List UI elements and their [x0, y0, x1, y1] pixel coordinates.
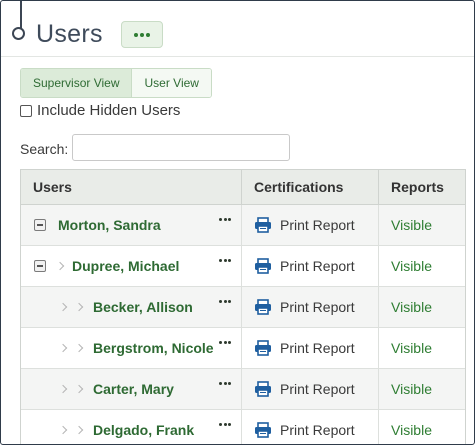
print-report-label: Print Report [280, 258, 355, 274]
supervisor-view-button[interactable]: Supervisor View [21, 69, 132, 97]
print-report-label: Print Report [280, 299, 355, 315]
table-row: Bergstrom, Nicole Print Report Visible [21, 328, 465, 369]
column-header-reports[interactable]: Reports [379, 170, 463, 204]
print-report-button[interactable]: Print Report [242, 369, 379, 409]
user-cell: Dupree, Michael [21, 246, 242, 286]
chevron-right-icon[interactable] [55, 261, 65, 271]
collapse-icon[interactable] [34, 219, 46, 231]
chevron-right-icon[interactable] [74, 343, 84, 353]
print-report-button[interactable]: Print Report [242, 205, 379, 245]
table-row: Delgado, Frank Print Report Visible [21, 410, 465, 444]
printer-icon [254, 381, 272, 397]
page-title: Users [36, 20, 103, 48]
print-report-button[interactable]: Print Report [242, 328, 379, 368]
chevron-right-icon[interactable] [58, 302, 68, 312]
user-cell: Bergstrom, Nicole [21, 328, 242, 368]
printer-icon [254, 422, 272, 438]
chevron-right-icon[interactable] [74, 384, 84, 394]
chevron-right-icon[interactable] [58, 343, 68, 353]
row-more-actions-icon[interactable] [219, 341, 231, 344]
row-more-actions-icon[interactable] [219, 259, 231, 262]
user-name-link[interactable]: Delgado, Frank [93, 422, 194, 438]
chevron-right-icon[interactable] [58, 425, 68, 435]
timeline-line [20, 1, 22, 28]
user-cell: Delgado, Frank [21, 410, 242, 444]
user-name-link[interactable]: Bergstrom, Nicole [93, 340, 214, 356]
timeline-node-icon [12, 27, 25, 40]
table-row: Dupree, Michael Print Report Visible [21, 246, 465, 287]
include-hidden-users: Include Hidden Users [20, 102, 180, 119]
table-header: Users Certifications Reports [21, 169, 465, 205]
user-name-link[interactable]: Becker, Allison [93, 299, 193, 315]
user-view-button[interactable]: User View [131, 69, 211, 97]
users-table: Users Certifications Reports Morton, San… [20, 169, 466, 444]
report-visibility-link[interactable]: Visible [379, 410, 463, 444]
print-report-button[interactable]: Print Report [242, 246, 379, 286]
report-visibility-link[interactable]: Visible [379, 328, 463, 368]
report-visibility-link[interactable]: Visible [379, 205, 463, 245]
include-hidden-users-checkbox[interactable] [20, 104, 32, 117]
header-divider [1, 56, 474, 57]
table-row: Carter, Mary Print Report Visible [21, 369, 465, 410]
printer-icon [254, 299, 272, 315]
user-cell: Carter, Mary [21, 369, 242, 409]
printer-icon [254, 258, 272, 274]
search-input[interactable] [72, 134, 290, 161]
collapse-icon[interactable] [34, 260, 46, 272]
row-more-actions-icon[interactable] [219, 218, 231, 221]
print-report-label: Print Report [280, 422, 355, 438]
column-header-certifications[interactable]: Certifications [242, 170, 379, 204]
print-report-label: Print Report [280, 381, 355, 397]
report-visibility-link[interactable]: Visible [379, 287, 463, 327]
column-header-users[interactable]: Users [21, 170, 242, 204]
print-report-button[interactable]: Print Report [242, 410, 379, 444]
user-cell: Morton, Sandra [21, 205, 242, 245]
user-name-link[interactable]: Dupree, Michael [72, 258, 179, 274]
include-hidden-users-label: Include Hidden Users [37, 102, 181, 119]
page-more-actions-button[interactable] [121, 21, 163, 48]
row-more-actions-icon[interactable] [219, 423, 231, 426]
view-toggle: Supervisor View User View [20, 68, 212, 98]
user-name-link[interactable]: Carter, Mary [93, 381, 174, 397]
row-more-actions-icon[interactable] [219, 382, 231, 385]
report-visibility-link[interactable]: Visible [379, 246, 463, 286]
ellipsis-icon [134, 32, 150, 37]
printer-icon [254, 217, 272, 233]
printer-icon [254, 340, 272, 356]
user-cell: Becker, Allison [21, 287, 242, 327]
report-visibility-link[interactable]: Visible [379, 369, 463, 409]
users-panel: Users Supervisor View User View Include … [0, 0, 475, 445]
row-more-actions-icon[interactable] [219, 300, 231, 303]
table-row: Becker, Allison Print Report Visible [21, 287, 465, 328]
print-report-label: Print Report [280, 340, 355, 356]
table-body: Morton, Sandra Print Report Visible Dupree,… [21, 205, 465, 444]
user-name-link[interactable]: Morton, Sandra [58, 217, 161, 233]
print-report-button[interactable]: Print Report [242, 287, 379, 327]
chevron-right-icon[interactable] [74, 425, 84, 435]
chevron-right-icon[interactable] [58, 384, 68, 394]
print-report-label: Print Report [280, 217, 355, 233]
table-row: Morton, Sandra Print Report Visible [21, 205, 465, 246]
chevron-right-icon[interactable] [74, 302, 84, 312]
search-label: Search: [20, 141, 69, 157]
